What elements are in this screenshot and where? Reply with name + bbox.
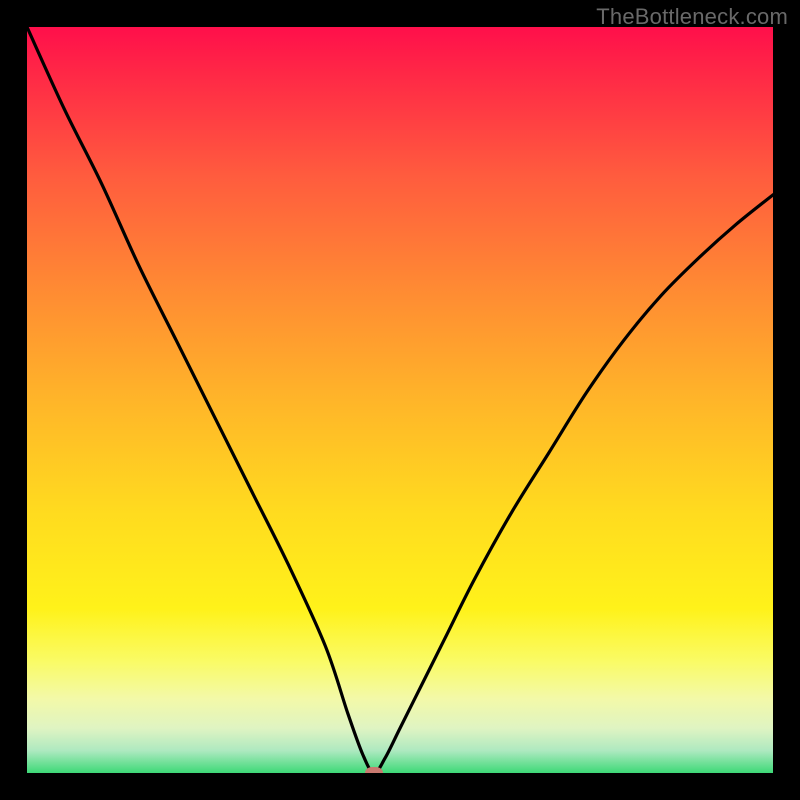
bottleneck-curve [27, 27, 773, 773]
optimal-point-marker [365, 767, 383, 773]
chart-frame: TheBottleneck.com [0, 0, 800, 800]
watermark-text: TheBottleneck.com [596, 4, 788, 30]
plot-area [27, 27, 773, 773]
